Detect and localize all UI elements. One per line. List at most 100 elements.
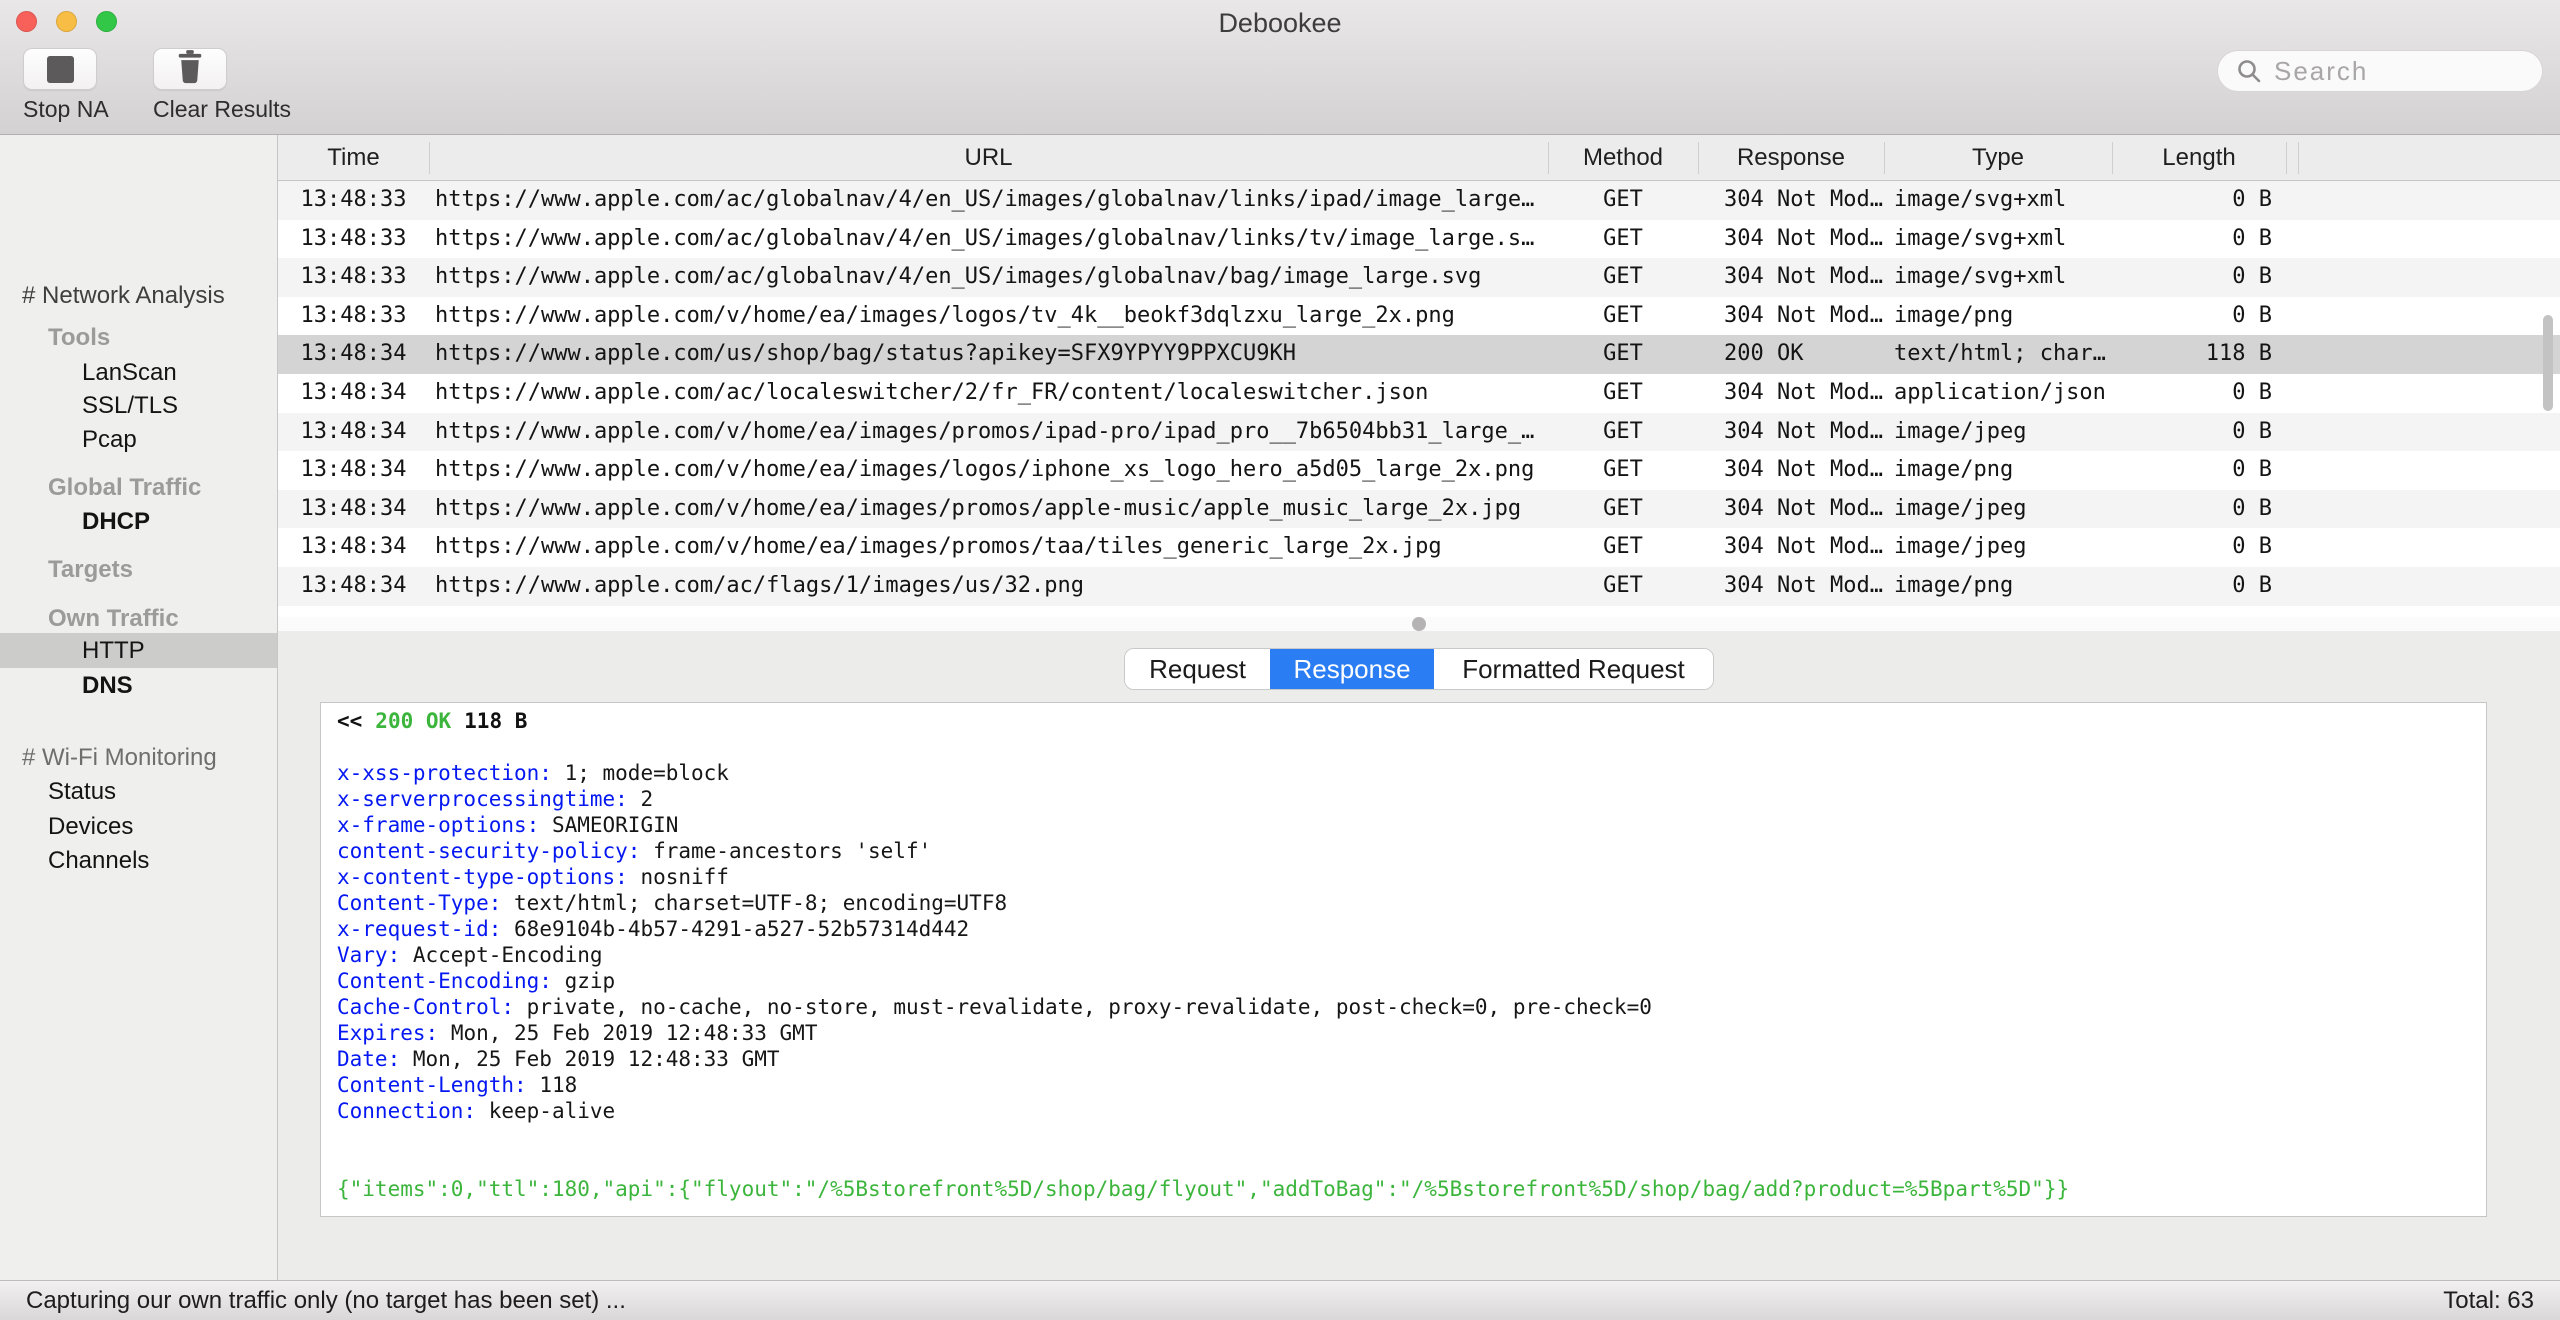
cell-spacer <box>2286 258 2560 297</box>
cell-length: 0 B <box>2232 457 2272 483</box>
sidebar-item-status[interactable]: Status <box>48 774 116 809</box>
cell-spacer <box>2286 490 2560 529</box>
cell-length: 0 B <box>2232 379 2272 405</box>
table-row[interactable]: 13:48:34 https://www.apple.com/ac/locale… <box>278 373 2560 413</box>
table-row[interactable]: 13:48:33 https://www.apple.com/v/home/ea… <box>278 296 2560 336</box>
title-bar: Debookee Stop NA Clear Results Search <box>0 0 2560 135</box>
tab-request[interactable]: Request <box>1125 649 1270 689</box>
table-row[interactable]: 13:48:34 https://www.apple.com/v/home/ea… <box>278 412 2560 452</box>
column-divider[interactable] <box>2112 142 2113 174</box>
table-row[interactable]: 13:48:34 https://www.apple.com/ac/flags/… <box>278 566 2560 606</box>
cell-response: 304 Not Mod… <box>1724 225 1883 251</box>
cell-url: https://www.apple.com/v/home/ea/images/p… <box>435 418 1535 444</box>
response-headers: x-xss-protection: 1; mode=block x-server… <box>337 760 2486 1124</box>
column-divider[interactable] <box>1698 142 1699 174</box>
column-divider[interactable] <box>2286 142 2287 174</box>
sidebar-item-ssl-tls[interactable]: SSL/TLS <box>82 388 178 423</box>
column-header-url[interactable]: URL <box>429 135 1548 181</box>
sidebar-item-channels[interactable]: Channels <box>48 843 149 878</box>
response-text-view[interactable]: << 200 OK 118 B x-xss-protection: 1; mode=… <box>320 702 2487 1217</box>
response-header-line: Content-Type: text/html; charset=UTF-8; … <box>337 890 2486 916</box>
header-value: Mon, 25 Feb 2019 12:48:33 GMT <box>450 1021 818 1045</box>
cell-length: 0 B <box>2232 302 2272 328</box>
cell-response: 304 Not Mod… <box>1724 379 1883 405</box>
cell-type: image/png <box>1894 457 2014 483</box>
stop-na-button[interactable] <box>23 48 97 90</box>
cell-response: 304 Not Mod… <box>1724 457 1883 483</box>
column-header-type[interactable]: Type <box>1884 135 2112 181</box>
clear-results-label: Clear Results <box>153 96 292 122</box>
table-row[interactable]: 13:48:34 https://www.apple.com/v/home/ea… <box>278 451 2560 490</box>
table-vertical-scrollbar[interactable] <box>2543 315 2553 411</box>
response-header-line: Content-Length: 118 <box>337 1072 2486 1098</box>
cell-type: image/jpeg <box>1894 495 2027 521</box>
clear-results-button[interactable] <box>153 48 227 90</box>
pane-splitter[interactable] <box>278 617 2560 631</box>
cell-method: GET <box>1603 572 1643 598</box>
cell-time: 13:48:33 <box>300 225 407 251</box>
splitter-handle-icon[interactable] <box>1412 617 1426 631</box>
header-value: 68e9104b-4b57-4291-a527-52b57314d442 <box>514 917 970 941</box>
sidebar-item-dhcp[interactable]: DHCP <box>82 504 150 539</box>
cell-response: 304 Not Mod… <box>1724 534 1883 560</box>
column-header-time[interactable]: Time <box>278 135 429 181</box>
clear-results-toolbar-item: Clear Results <box>153 48 292 123</box>
table-row[interactable]: 13:48:33 https://www.apple.com/ac/global… <box>278 258 2560 297</box>
tab-response[interactable]: Response <box>1270 649 1434 689</box>
sidebar-item-dns[interactable]: DNS <box>82 668 133 703</box>
cell-url: https://www.apple.com/ac/flags/1/images/… <box>435 572 1085 598</box>
table-row[interactable]: 13:48:34 https://www.apple.com/v/home/ea… <box>278 489 2560 529</box>
cell-time: 13:48:34 <box>300 418 407 444</box>
sidebar-item-devices[interactable]: Devices <box>48 809 133 844</box>
sidebar-item-pcap[interactable]: Pcap <box>82 422 137 457</box>
header-key: Content-Encoding: <box>337 969 552 993</box>
cell-response: 304 Not Mod… <box>1724 187 1883 212</box>
column-divider[interactable] <box>1548 142 1549 174</box>
column-header-response[interactable]: Response <box>1698 135 1884 181</box>
cell-response: 304 Not Mod… <box>1724 302 1883 328</box>
header-key: Content-Type: <box>337 891 502 915</box>
table-row[interactable]: 13:48:34 https://www.apple.com/v/home/ea… <box>278 528 2560 567</box>
tab-formatted-request[interactable]: Formatted Request <box>1434 649 1713 689</box>
table-row[interactable]: 13:48:33 https://www.apple.com/ac/global… <box>278 181 2560 220</box>
sidebar-item-http[interactable]: HTTP <box>82 633 145 668</box>
header-value: gzip <box>564 969 616 993</box>
cell-type: image/png <box>1894 572 2014 598</box>
header-key: x-xss-protection: <box>337 761 552 785</box>
search-icon <box>2238 60 2261 83</box>
sidebar-item-lanscan[interactable]: LanScan <box>82 355 177 390</box>
sidebar-group-targets: Targets <box>48 556 133 583</box>
table-row[interactable]: 13:48:33 https://www.apple.com/ac/global… <box>278 219 2560 259</box>
cell-time: 13:48:34 <box>300 572 407 598</box>
cell-method: GET <box>1603 225 1643 251</box>
cell-method: GET <box>1603 534 1643 560</box>
header-key: Expires: <box>337 1021 439 1045</box>
cell-length: 0 B <box>2232 495 2272 521</box>
cell-spacer <box>2286 335 2560 374</box>
header-value: text/html; charset=UTF-8; encoding=UTF8 <box>514 891 1008 915</box>
stop-na-toolbar-item: Stop NA <box>23 48 109 123</box>
response-header-line: Expires: Mon, 25 Feb 2019 12:48:33 GMT <box>337 1020 2486 1046</box>
cell-method: GET <box>1603 418 1643 444</box>
stop-icon <box>46 55 74 83</box>
cell-length: 0 B <box>2232 225 2272 251</box>
header-value: private, no-cache, no-store, must-revali… <box>526 995 1652 1019</box>
sidebar-group-own-traffic: Own Traffic <box>48 605 179 632</box>
column-header-method[interactable]: Method <box>1548 135 1698 181</box>
total-count: Total: 63 <box>2443 1287 2534 1314</box>
cell-length: 0 B <box>2232 572 2272 598</box>
cell-spacer <box>2286 374 2560 413</box>
response-header-line: x-request-id: 68e9104b-4b57-4291-a527-52… <box>337 916 2486 942</box>
column-divider[interactable] <box>1884 142 1885 174</box>
column-header-length[interactable]: Length <box>2112 135 2286 181</box>
table-body: 13:48:33 https://www.apple.com/ac/global… <box>278 181 2560 606</box>
response-header-line: Vary: Accept-Encoding <box>337 942 2486 968</box>
table-row[interactable]: 13:48:34 https://www.apple.com/us/shop/b… <box>278 335 2560 374</box>
cell-response: 304 Not Mod… <box>1724 495 1883 521</box>
column-divider <box>2298 142 2299 174</box>
header-value: keep-alive <box>488 1099 616 1123</box>
header-key: Connection: <box>337 1099 477 1123</box>
cell-length: 118 B <box>2205 341 2272 367</box>
column-divider[interactable] <box>429 142 430 174</box>
search-input[interactable] <box>2272 54 2560 88</box>
